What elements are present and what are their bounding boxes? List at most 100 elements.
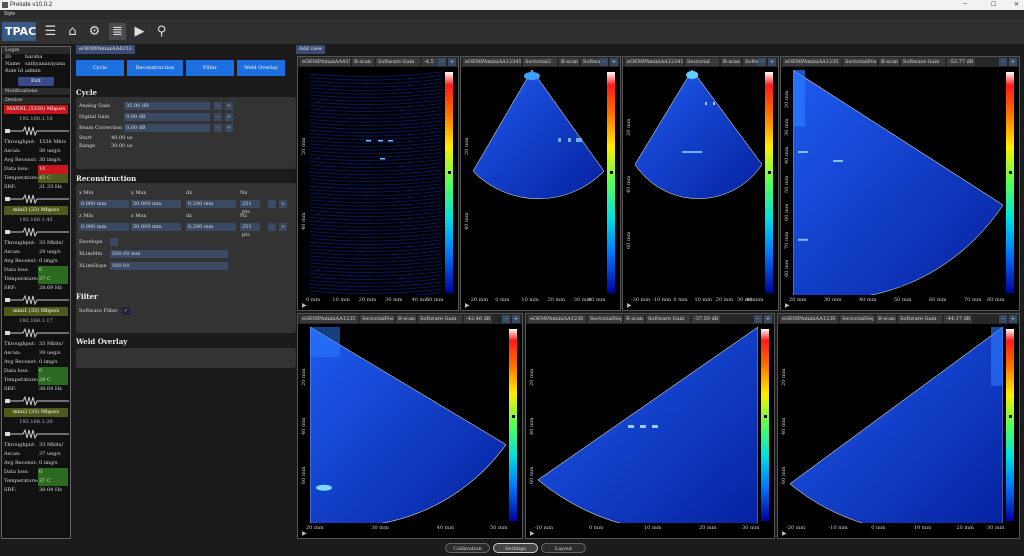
view-1-image[interactable] <box>472 69 605 295</box>
start-label: Start <box>79 135 92 141</box>
tab-cycle[interactable]: Cycle <box>76 60 124 76</box>
view-3: eOEMPAminiAA1235 SectorialPos B-scan Softwa… <box>780 56 1020 311</box>
menu-style[interactable]: Style <box>4 11 15 17</box>
envelope-checkbox[interactable] <box>110 238 118 246</box>
view-5-gain-plus[interactable]: + <box>764 315 772 323</box>
view-2-image[interactable] <box>634 69 763 295</box>
device-3-stat-value: 33 Mbits/ <box>39 442 64 448</box>
view-3-gain-minus[interactable]: - <box>999 58 1007 66</box>
view-3-colorbar[interactable] <box>1006 72 1014 293</box>
device-1-stat-value: 37 C <box>38 275 68 284</box>
view-2-gain-minus[interactable]: - <box>758 58 766 66</box>
home-icon[interactable]: ⌂ <box>64 23 81 40</box>
gear-icon[interactable]: ⚙ <box>86 23 103 40</box>
recon-r1-2[interactable]: 0.200 mm <box>186 200 236 208</box>
view-4-image[interactable] <box>309 326 507 527</box>
view-4-y-tick: 20 mm <box>301 368 307 386</box>
layout-button[interactable]: Layout <box>541 543 586 553</box>
view-4-gain-minus[interactable]: - <box>502 315 510 323</box>
view-3-gain[interactable]: -52.77 dB <box>947 58 975 66</box>
digital-gain-minus[interactable]: - <box>214 113 222 121</box>
tab-reconstruction[interactable]: Reconstruction <box>127 60 183 76</box>
xlimmin-field[interactable]: 500.00 mm <box>110 250 228 258</box>
notifications-header[interactable]: Notifications <box>2 88 70 95</box>
view-0-gain-minus[interactable]: - <box>438 58 446 66</box>
view-0-colorbar[interactable] <box>445 72 453 293</box>
recon-r1-plus[interactable]: + <box>279 200 287 208</box>
reconstruction-title: Reconstruction <box>76 174 137 183</box>
device-0-stat-value: 43 C <box>38 174 68 183</box>
view-6-gain[interactable]: -44.17 dB <box>944 315 972 323</box>
view-3-x-tick: 80 mm <box>987 297 1005 303</box>
digital-gain-label: Digital Gain <box>79 114 110 120</box>
sliders-icon[interactable]: ≣ <box>109 23 126 40</box>
maximize-icon[interactable]: ☐ <box>991 1 996 8</box>
device-0-name[interactable]: MAXNL (5330) Mbps/s <box>4 105 68 114</box>
recon-r2-1[interactable]: 50.000 mm <box>131 223 181 231</box>
add-view-button[interactable]: Add view <box>296 45 326 54</box>
calibration-button[interactable]: Calibration <box>445 543 490 553</box>
view-3-gain-plus[interactable]: + <box>1009 58 1017 66</box>
recon-r2-0[interactable]: 0.000 mm <box>79 223 129 231</box>
view-0-gain-plus[interactable]: + <box>448 58 456 66</box>
view-6-gain-minus[interactable]: - <box>999 315 1007 323</box>
exit-button[interactable]: Exit <box>18 77 54 86</box>
software-filter-checkbox[interactable]: ✔ <box>122 307 130 315</box>
beam-correction-field[interactable]: 0.00 dB <box>124 124 210 132</box>
device-2-name[interactable]: mini1 (33) Mbps/s <box>4 307 68 316</box>
menu-icon[interactable]: ☰ <box>42 23 59 40</box>
xlimslope-field[interactable]: 500.00 <box>110 262 228 270</box>
recon-r2-minus[interactable]: - <box>268 223 276 231</box>
view-5-gain-minus[interactable]: - <box>754 315 762 323</box>
view-6-colorbar[interactable] <box>1006 329 1014 521</box>
device-1-name[interactable]: mini3 (33) Mbps/s <box>4 206 68 215</box>
device-2-stat-label: Throughput: <box>4 341 36 347</box>
view-2-colorbar[interactable] <box>765 72 773 293</box>
digital-gain-plus[interactable]: + <box>225 113 233 121</box>
view-0-gain[interactable]: -4.5 <box>422 58 438 66</box>
view-1-gain-minus[interactable]: - <box>600 58 608 66</box>
view-6-image[interactable] <box>789 326 1004 535</box>
view-5-colorbar[interactable] <box>761 329 769 521</box>
recon-r2-3[interactable]: 251 pts <box>240 223 260 238</box>
recon-r1-0[interactable]: 0.000 mm <box>79 200 129 208</box>
recon-r1-minus[interactable]: - <box>268 200 276 208</box>
analog-gain-plus[interactable]: + <box>225 102 233 110</box>
analog-gain-minus[interactable]: - <box>214 102 222 110</box>
settings-button[interactable]: Settings <box>493 543 538 553</box>
view-4-gain-plus[interactable]: + <box>512 315 520 323</box>
minimize-icon[interactable]: ─ <box>963 1 967 7</box>
play-icon[interactable]: ▶ <box>131 23 148 40</box>
device-1-stat: Avg Reconst: 0 img/s <box>2 257 70 266</box>
view-1-colorbar[interactable] <box>607 72 615 293</box>
device-3-name[interactable]: mini2 (33) Mbps/s <box>4 408 68 417</box>
device-0-stat-label: SRF: <box>4 184 17 190</box>
view-3-image[interactable] <box>792 69 1004 300</box>
recon-r2-2[interactable]: 0.200 mm <box>186 223 236 231</box>
digital-gain-field[interactable]: 0.00 dB <box>124 113 210 121</box>
view-4-colorbar[interactable] <box>509 329 517 521</box>
beam-correction-minus[interactable]: - <box>214 124 222 132</box>
view-6-gain-plus[interactable]: + <box>1009 315 1017 323</box>
view-5-image[interactable] <box>537 326 759 534</box>
device-1-stat-label: Data loss: <box>4 267 29 273</box>
view-5-gain[interactable]: -37.59 dB <box>692 315 720 323</box>
recon-r1-1[interactable]: 50.000 mm <box>131 200 181 208</box>
device-2-signal-b <box>5 327 69 339</box>
close-icon[interactable]: ✕ <box>1014 1 1019 8</box>
tab-filter[interactable]: Filter <box>186 60 234 76</box>
view-0-image[interactable] <box>309 70 443 298</box>
tab-weld-overlay[interactable]: Weld Overlay <box>237 60 285 76</box>
search-icon[interactable]: ⚲ <box>153 23 170 40</box>
device-0-ip: 192.168.1.18 <box>19 116 53 122</box>
recon-r2-plus[interactable]: + <box>279 223 287 231</box>
view-4-gain[interactable]: -42.46 dB <box>464 315 492 323</box>
device-1-stat-value: 33 Mbits/ <box>39 240 64 246</box>
view-4-x-axis: 20 mm 30 mm 40 mm 50 mm <box>306 525 507 532</box>
view-1-gain-plus[interactable]: + <box>610 58 618 66</box>
analog-gain-field[interactable]: 35.00 dB <box>124 102 210 110</box>
beam-correction-plus[interactable]: + <box>225 124 233 132</box>
view-5: eOEMPAminiAA1236SectorialNeg2B-scanSoftw… <box>525 313 775 539</box>
recon-r1-3[interactable]: 251 pts <box>240 200 260 215</box>
view-2-gain-plus[interactable]: + <box>768 58 776 66</box>
